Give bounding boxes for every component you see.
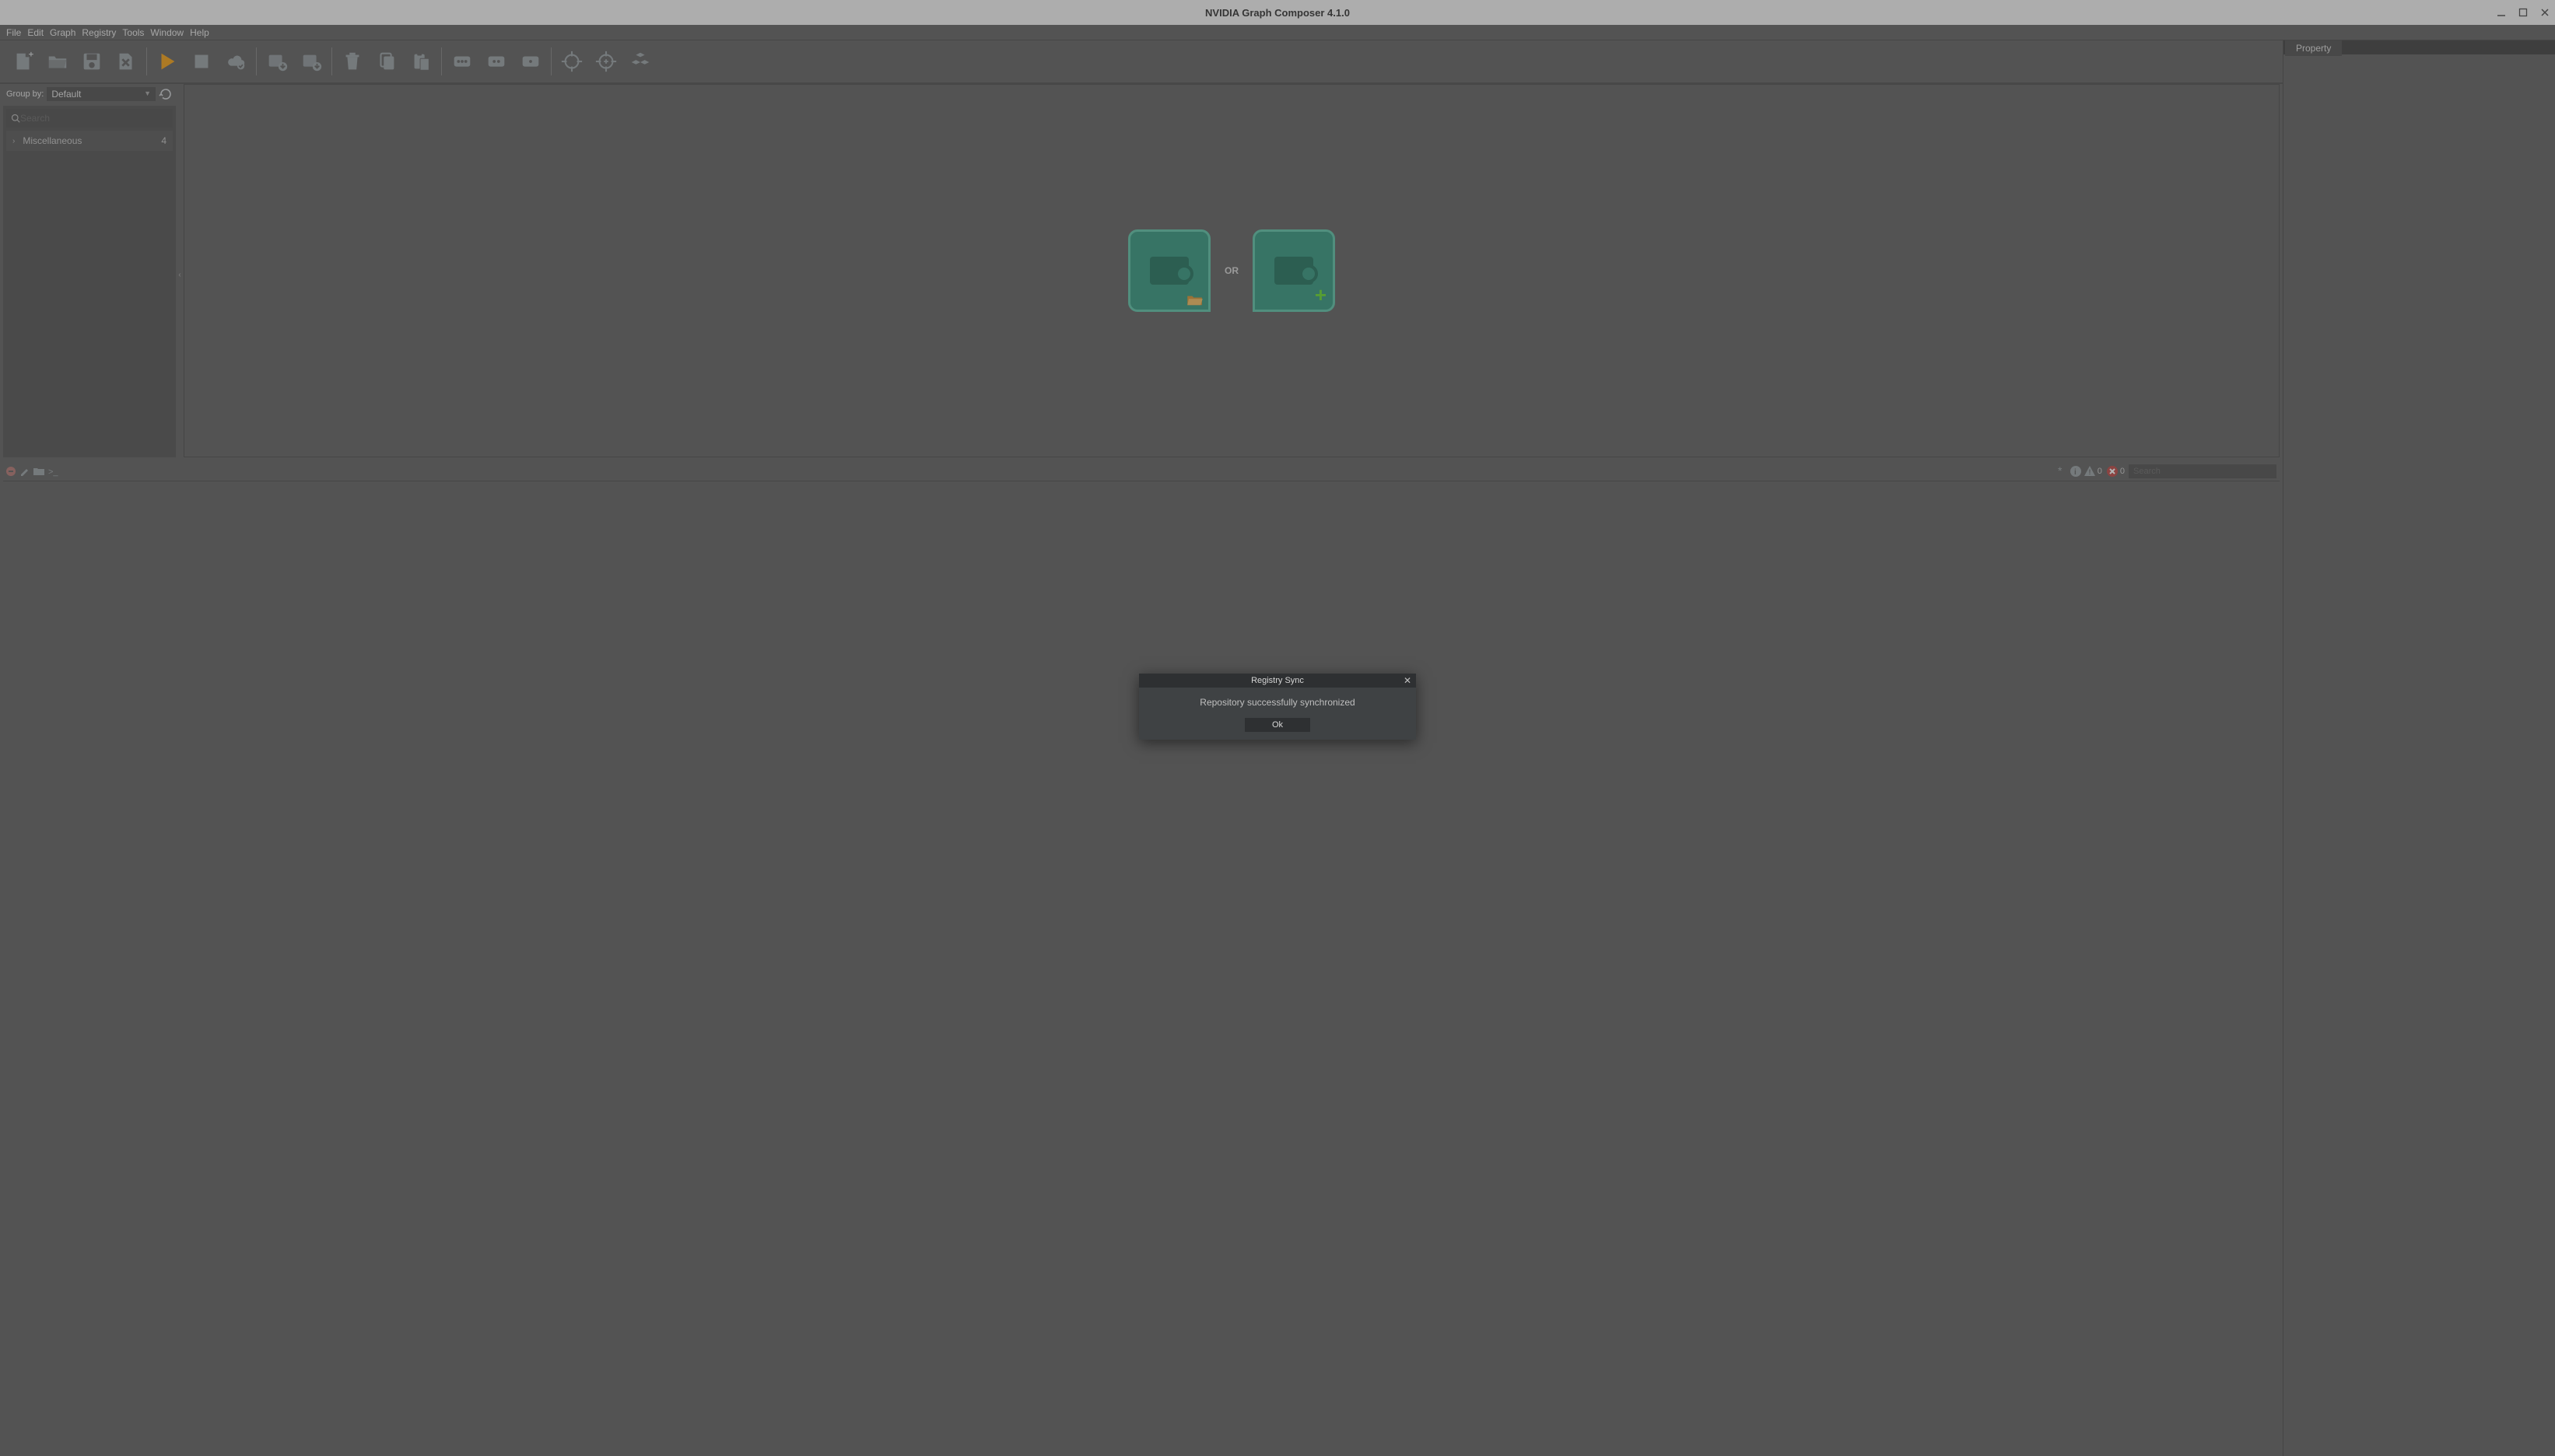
dialog-title: Registry Sync [1251, 676, 1304, 685]
dialog-message: Repository successfully synchronized [1139, 688, 1416, 711]
modal-overlay: Registry Sync ✕ Repository successfully … [0, 0, 2555, 1456]
dialog-close-button[interactable]: ✕ [1402, 675, 1413, 686]
dialog-ok-button[interactable]: Ok [1245, 718, 1310, 732]
registry-sync-dialog: Registry Sync ✕ Repository successfully … [1139, 674, 1416, 740]
